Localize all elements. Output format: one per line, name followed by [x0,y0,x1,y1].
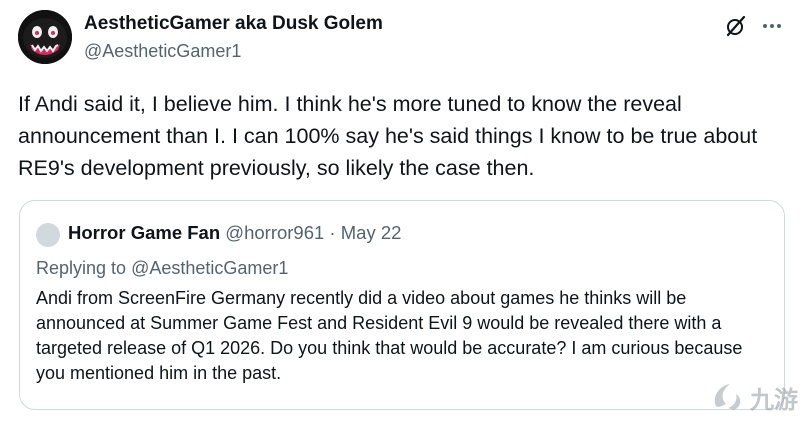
watermark-text: 九游 [750,386,798,414]
author-name[interactable]: AestheticGamer aka Dusk Golem [84,13,383,35]
quote-header: Horror Game Fan @horror961 · May 22 [68,222,401,244]
author-handle[interactable]: @AestheticGamer1 [84,41,241,62]
tweet-text: If Andi said it, I believe him. I think … [18,92,758,180]
tweet-card: AestheticGamer aka Dusk Golem @Aesthetic… [0,0,800,421]
quote-separator: · [324,222,341,243]
quote-text: Andi from ScreenFire Germany recently di… [36,288,743,383]
quote-author-handle[interactable]: @horror961 [225,222,324,243]
quote-author-name[interactable]: Horror Game Fan [68,222,220,243]
quoted-tweet[interactable]: Horror Game Fan @horror961 · May 22 Repl… [19,200,785,410]
replying-prefix: Replying to [36,258,132,278]
monster-face-icon [18,10,72,64]
quote-date[interactable]: May 22 [341,222,402,243]
quote-replying-to: Replying to @AestheticGamer1 [36,258,288,279]
author-avatar[interactable] [18,10,72,64]
more-options-icon[interactable] [760,14,784,38]
replying-mention[interactable]: @AestheticGamer1 [131,258,288,278]
grok-icon[interactable] [724,14,748,38]
quote-author-avatar[interactable] [36,223,60,247]
